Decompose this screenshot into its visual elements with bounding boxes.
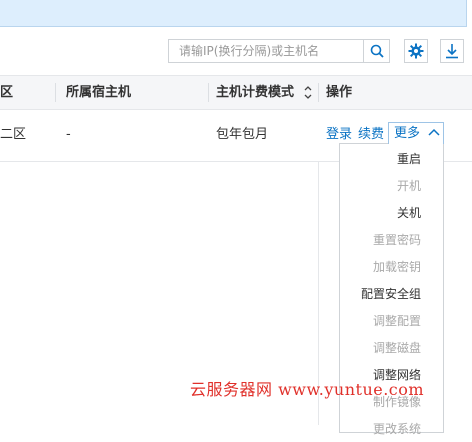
- table-header: 区 所属宿主机 主机计费模式 操作: [0, 75, 472, 110]
- column-divider: [55, 83, 56, 102]
- download-icon: [446, 44, 458, 59]
- menu-item-load-key: 加载密钥: [372, 260, 421, 274]
- more-actions-button[interactable]: 更多: [388, 122, 444, 144]
- download-button[interactable]: [440, 39, 464, 63]
- menu-item-reboot[interactable]: 重启: [397, 146, 421, 172]
- search-icon: [370, 44, 384, 58]
- chevron-up-icon: [428, 128, 440, 136]
- notice-banner: [0, 0, 467, 27]
- more-actions-label: 更多: [394, 126, 421, 141]
- search-input[interactable]: [169, 40, 365, 62]
- menu-item-change-os: 更改系统: [372, 422, 421, 436]
- menu-item-power-off[interactable]: 关机: [397, 200, 421, 226]
- cell-zone: 二区: [0, 127, 27, 142]
- gear-icon: [408, 43, 424, 59]
- column-header-billing[interactable]: 主机计费模式: [216, 76, 294, 109]
- menu-item-resize-config: 调整配置: [372, 314, 421, 328]
- sort-icon[interactable]: [304, 86, 312, 99]
- cell-host: -: [66, 127, 71, 142]
- menu-item-security-group[interactable]: 配置安全组: [361, 281, 421, 307]
- menu-item-resize-disk: 调整磁盘: [372, 341, 421, 355]
- column-header-actions: 操作: [326, 85, 353, 100]
- search-box: [168, 39, 390, 63]
- menu-item-reset-password: 重置密码: [372, 233, 421, 247]
- column-header-zone: 区: [0, 85, 14, 100]
- watermark: 云服务器网 www.yuntue.com: [190, 380, 425, 399]
- column-divider: [318, 83, 319, 102]
- menu-item-power-on: 开机: [396, 179, 421, 193]
- column-header-host: 所属宿主机: [66, 85, 132, 100]
- search-button[interactable]: [363, 40, 389, 62]
- cell-billing: 包年包月: [216, 127, 269, 142]
- column-divider: [208, 83, 209, 102]
- settings-button[interactable]: [404, 39, 428, 63]
